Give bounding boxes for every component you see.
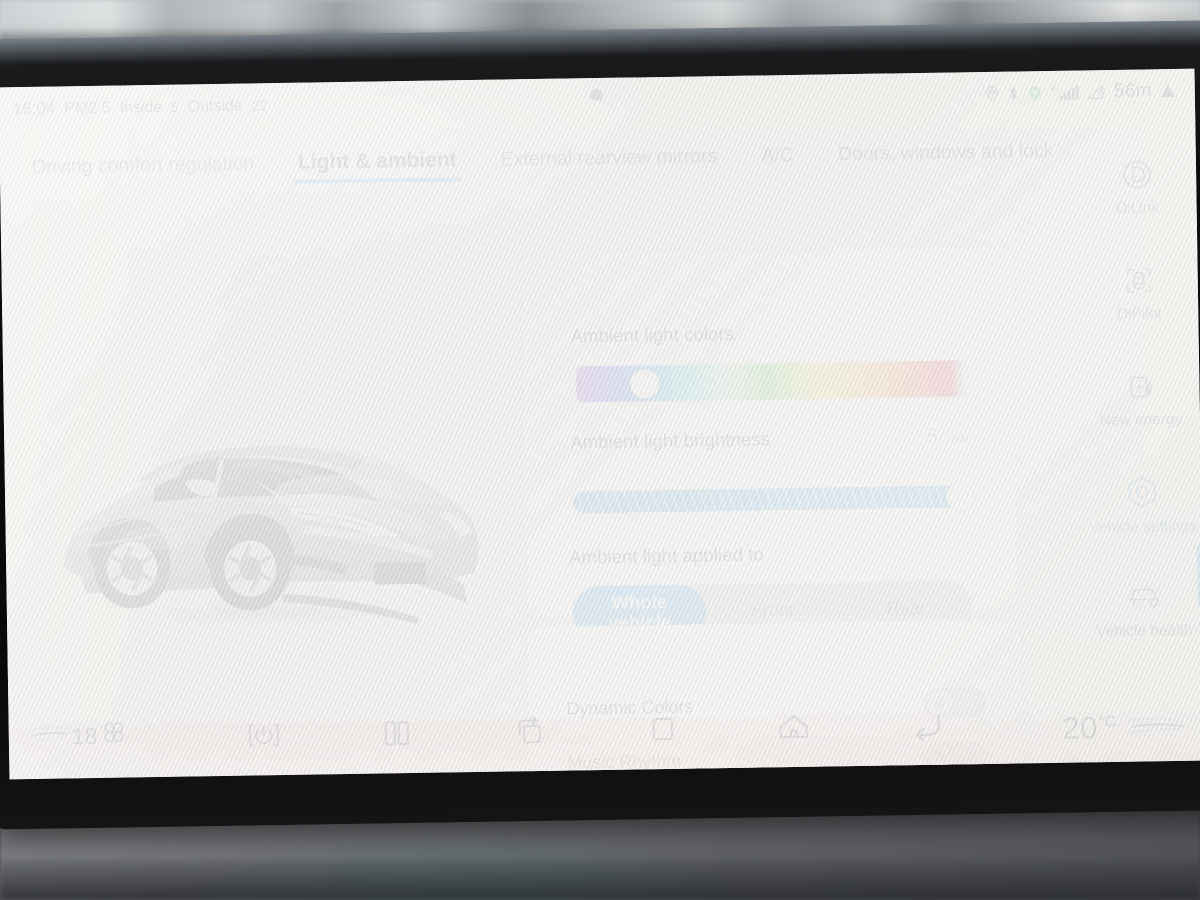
dipilot-icon (1121, 262, 1158, 299)
tab-doors-windows-and-lock[interactable]: Doors, windows and lock (816, 128, 1076, 178)
temperature-unit: °C (1097, 713, 1117, 731)
display-bezel: 16:04 PM2.5 Inside 5 Outside 22 4G 56m D… (0, 20, 1200, 830)
temperature-number: 20 (1062, 710, 1099, 746)
split-screen-icon[interactable] (380, 718, 412, 748)
tab-label: Light & ambient (297, 148, 457, 174)
rail-item-label: New energy (1099, 410, 1183, 429)
right-side-menu[interactable]: DiLink DiPilot New energy Vehicle settin… (1077, 113, 1200, 715)
segment-label-line1: Whole (611, 590, 668, 613)
tab-label: External rearview mirrors (500, 144, 718, 171)
status-bar-left: 16:04 PM2.5 Inside 5 Outside 22 (13, 96, 267, 119)
altitude-icon (1086, 84, 1107, 101)
bottom-navigation-bar: 18 20°C (8, 697, 1200, 780)
rail-item-label: Vehicle health (1095, 621, 1193, 640)
hex-gear-icon (1123, 473, 1162, 512)
inside-value: 5 (171, 99, 179, 115)
system-navigation-icons[interactable] (246, 703, 947, 758)
brightness-gear-value: 5 Gear (926, 425, 970, 449)
tab-label: A/C (761, 143, 795, 166)
rail-item-label: Vehicle settings (1088, 517, 1197, 536)
rail-item-new-energy[interactable]: New energy (1081, 345, 1200, 453)
segment-front[interactable]: Front (706, 599, 840, 622)
ambient-light-colors-label: Ambient light colors (570, 322, 735, 347)
tab-light-and-ambient[interactable]: Light & ambient (276, 137, 479, 186)
green-status-icon (1027, 85, 1043, 102)
status-bar: 16:04 PM2.5 Inside 5 Outside 22 4G 56m (0, 69, 1195, 132)
gear-number: 5 (926, 425, 938, 448)
tab-driving-comfort-regulation[interactable]: Driving comfort regulation (10, 140, 277, 190)
brightness-label-text: Ambient light brightness (570, 428, 771, 453)
background-shadow-bottom (0, 860, 1200, 900)
bluetooth-icon (1007, 85, 1020, 102)
pm25-label: PM2.5 (64, 99, 111, 117)
passenger-climate-control[interactable]: 20°C (1062, 709, 1187, 747)
car-heart-icon (1125, 581, 1164, 616)
rail-item-vehicle-settings[interactable]: Vehicle settings (1082, 450, 1200, 559)
rotate-screen-icon[interactable] (512, 714, 549, 749)
altitude-value: 56m (1113, 80, 1152, 102)
ambient-light-applied-to-label: Ambient light applied to (568, 543, 764, 568)
fan-icon (100, 720, 126, 752)
status-bar-right: 4G 56m (985, 80, 1181, 105)
home-icon[interactable] (777, 712, 811, 743)
outside-value: 22 (251, 97, 267, 113)
power-icon[interactable] (247, 719, 281, 752)
recents-icon[interactable] (647, 714, 677, 744)
tab-external-rearview-mirrors[interactable]: External rearview mirrors (478, 133, 739, 183)
tab-label: Doors, windows and lock (837, 139, 1054, 165)
driver-climate-control[interactable]: 18 (29, 720, 127, 754)
fan-speed-value: 18 (71, 722, 98, 749)
tab-ac[interactable]: A/C (739, 132, 816, 179)
rail-item-label: DiLink (1115, 198, 1160, 217)
notification-icon (586, 86, 608, 111)
svg-text:4G: 4G (1050, 86, 1059, 93)
tab-label: Driving comfort regulation (31, 151, 255, 178)
active-tab-underline (294, 177, 462, 184)
vehicle-illustration (33, 365, 508, 672)
airflow-icon (29, 722, 69, 751)
rail-item-dipilot[interactable]: DiPilot (1079, 239, 1199, 347)
temperature-value: 20°C (1062, 710, 1117, 747)
rail-item-vehicle-health[interactable]: Vehicle health (1084, 557, 1200, 665)
rail-item-dilink[interactable]: DiLink (1077, 133, 1197, 241)
infotainment-screen: 16:04 PM2.5 Inside 5 Outside 22 4G 56m D… (0, 68, 1200, 780)
vehicle-shadow (76, 592, 478, 634)
airflow-icon-right (1125, 711, 1187, 743)
outside-label: Outside (187, 97, 243, 115)
signal-bars-icon: 4G (1050, 83, 1080, 101)
mountain-signal-icon (1159, 82, 1181, 100)
dilink-icon (1119, 156, 1156, 193)
tab-bar[interactable]: Driving comfort regulation Light & ambie… (0, 122, 1080, 195)
charging-station-icon (1122, 368, 1159, 405)
photograph-of-infotainment-screen: 16:04 PM2.5 Inside 5 Outside 22 4G 56m D… (0, 0, 1200, 900)
location-pin-icon (985, 85, 1000, 102)
segment-rear[interactable]: Rear (839, 597, 973, 620)
gear-unit: Gear (939, 430, 971, 446)
rail-item-label: DiPilot (1116, 304, 1162, 323)
back-icon[interactable] (910, 709, 946, 742)
clock: 16:04 (12, 99, 56, 118)
inside-label: Inside (119, 98, 163, 117)
